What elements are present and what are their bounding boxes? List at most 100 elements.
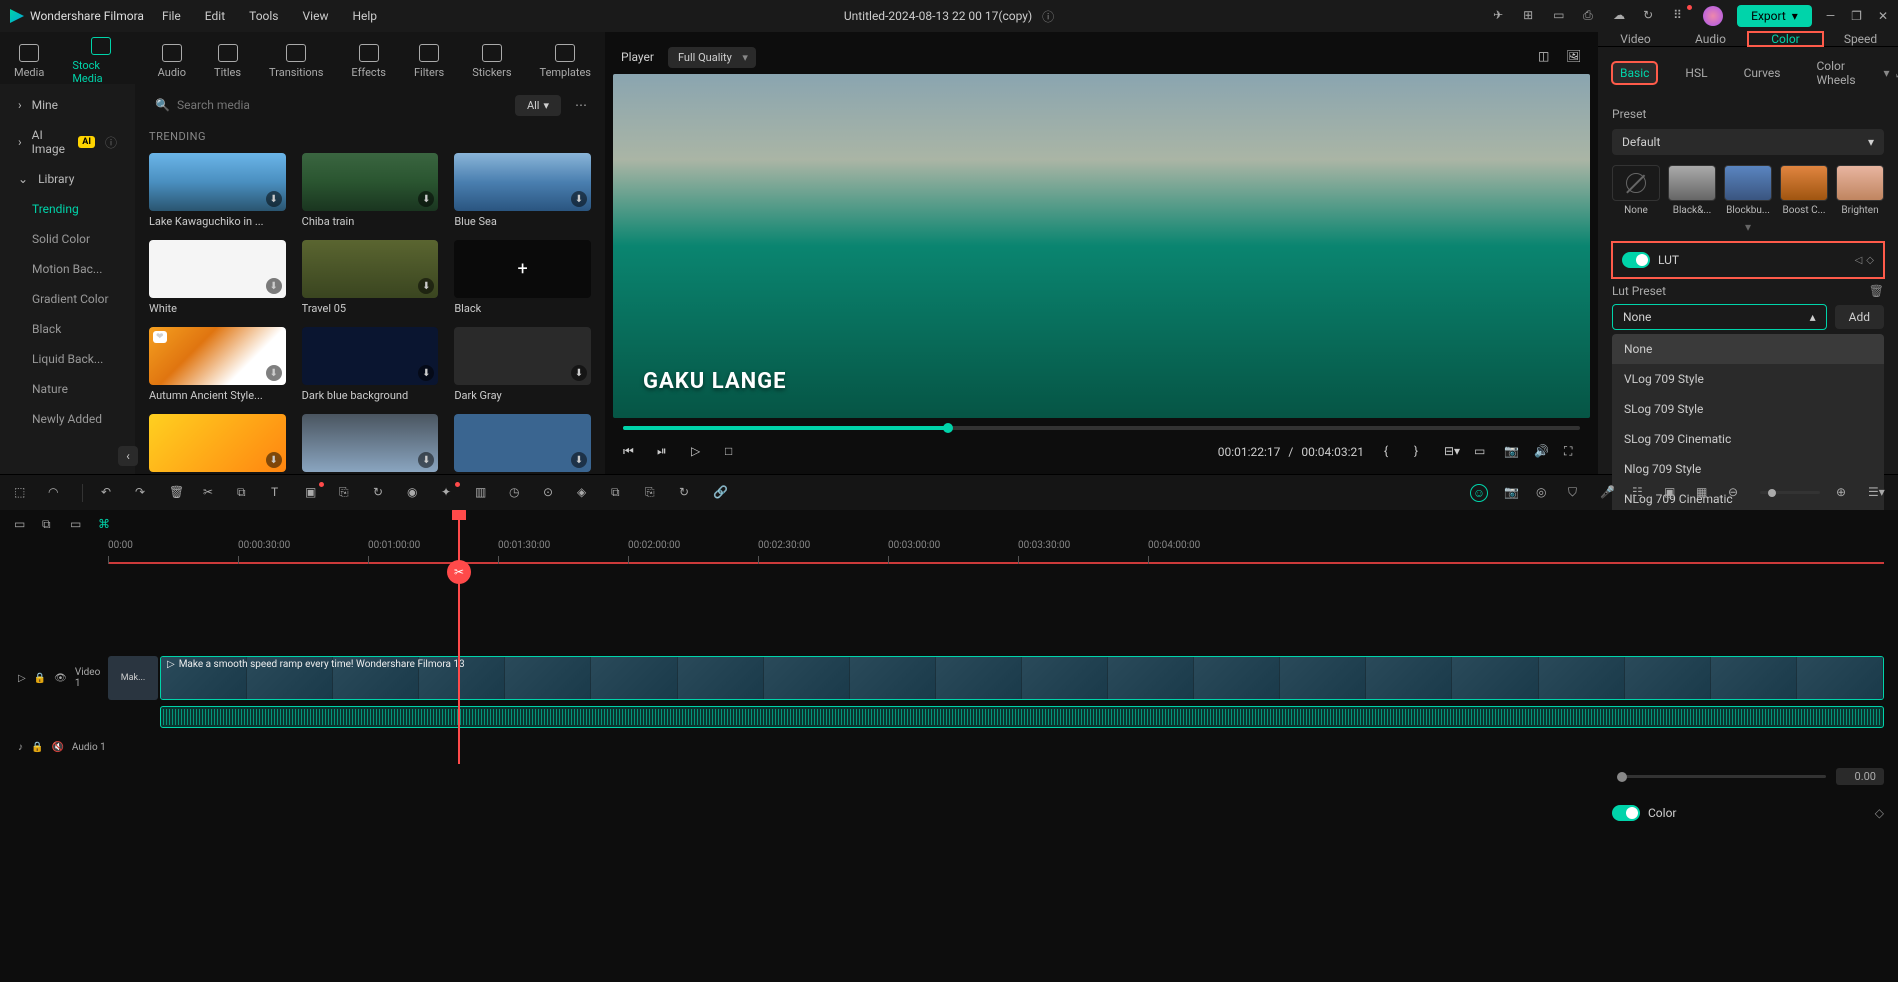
- pointer-icon[interactable]: ⬚: [14, 485, 30, 501]
- tl-snap-icon[interactable]: ⌘: [98, 517, 114, 533]
- delete-icon[interactable]: 🗑: [169, 485, 185, 501]
- picture-icon[interactable]: 🖼: [1566, 49, 1582, 65]
- lut-toggle[interactable]: [1622, 252, 1650, 268]
- media-thumb[interactable]: ⬇Blue Sea: [454, 153, 591, 228]
- media-thumb[interactable]: ⬇Lake Kawaguchiko in ...: [149, 153, 286, 228]
- sidebar-solid-color[interactable]: Solid Color: [0, 224, 135, 254]
- grid-icon[interactable]: ⊞: [1523, 8, 1539, 24]
- audio-track-icon[interactable]: ♪: [18, 742, 23, 753]
- tab-speed[interactable]: Speed: [1823, 32, 1898, 46]
- sidebar-trending[interactable]: Trending: [0, 194, 135, 224]
- media-thumb[interactable]: ⬇Travel 05: [302, 240, 439, 315]
- preset-thumb[interactable]: None: [1612, 165, 1660, 216]
- media-thumb[interactable]: ⬇Dark blue background: [302, 327, 439, 402]
- download-icon[interactable]: ⬇: [418, 278, 434, 294]
- ratio-icon[interactable]: ⊟▾: [1444, 444, 1460, 460]
- download-icon[interactable]: ⬇: [266, 452, 282, 468]
- download-icon[interactable]: ⬇: [418, 452, 434, 468]
- link-icon[interactable]: ⎘: [339, 485, 355, 501]
- frame-icon[interactable]: ▣: [305, 485, 321, 501]
- color-toggle[interactable]: [1612, 805, 1640, 821]
- sub-tab-dropdown-icon[interactable]: ▾: [1884, 66, 1890, 81]
- sync-icon[interactable]: ↻: [679, 485, 695, 501]
- tab-stickers[interactable]: Stickers: [472, 44, 511, 79]
- menu-file[interactable]: File: [162, 9, 181, 23]
- lut-option[interactable]: SLog 709 Cinematic: [1612, 424, 1884, 454]
- redo-icon[interactable]: ↷: [135, 485, 151, 501]
- maximize-icon[interactable]: ❐: [1851, 9, 1862, 23]
- preset-thumb[interactable]: Brighten: [1836, 165, 1884, 216]
- tab-media[interactable]: Media: [14, 44, 44, 79]
- media-thumb[interactable]: +Black: [454, 240, 591, 315]
- cloud-icon[interactable]: ☁: [1613, 8, 1629, 24]
- info-icon[interactable]: ⓘ: [1042, 8, 1054, 25]
- sub-tab-curves[interactable]: Curves: [1736, 62, 1789, 84]
- list-icon[interactable]: ☰▾: [1868, 485, 1884, 501]
- search-input[interactable]: [149, 92, 341, 118]
- audio-clip-inline[interactable]: [160, 706, 1884, 728]
- tl-magnet-icon[interactable]: ▭: [70, 517, 86, 533]
- chain-icon[interactable]: 🔗: [713, 485, 729, 501]
- sidebar-library[interactable]: ⌄Library: [0, 164, 135, 194]
- record-icon[interactable]: ◎: [1536, 485, 1552, 501]
- color-kf-icon[interactable]: ◇: [1875, 806, 1884, 820]
- play-pause-icon[interactable]: ⏯: [657, 444, 673, 460]
- video-track-icon[interactable]: ▷: [18, 673, 26, 684]
- tag-icon[interactable]: ◈: [577, 485, 593, 501]
- cut-icon[interactable]: ✂: [203, 485, 219, 501]
- text-icon[interactable]: T: [271, 485, 287, 501]
- media-thumb[interactable]: ⬇: [149, 414, 286, 474]
- preset-select[interactable]: Default▾: [1612, 129, 1884, 155]
- download-icon[interactable]: ⬇: [266, 278, 282, 294]
- marker-icon[interactable]: ▣: [1664, 485, 1680, 501]
- media-thumb[interactable]: ⬇: [302, 414, 439, 474]
- tab-audio-right[interactable]: Audio: [1673, 32, 1748, 46]
- sidebar-nature[interactable]: Nature: [0, 374, 135, 404]
- tab-stock-media[interactable]: Stock Media: [72, 37, 129, 85]
- mixer-icon[interactable]: ☷: [1632, 485, 1648, 501]
- sub-tab-wheels[interactable]: Color Wheels: [1808, 55, 1863, 91]
- sidebar-newly-added[interactable]: Newly Added: [0, 404, 135, 434]
- sidebar-black[interactable]: Black: [0, 314, 135, 344]
- sidebar-collapse[interactable]: ‹: [118, 446, 138, 466]
- add-icon[interactable]: +: [518, 259, 528, 280]
- lut-kf-prev-icon[interactable]: ◁: [1855, 255, 1863, 266]
- group-icon[interactable]: ⧉: [611, 485, 627, 501]
- camera-icon[interactable]: 📷: [1504, 485, 1520, 501]
- skin-slider[interactable]: [1622, 775, 1826, 778]
- filter-all[interactable]: All▾: [515, 95, 561, 116]
- crop-icon[interactable]: ⧉: [237, 485, 253, 501]
- tab-titles[interactable]: Titles: [214, 44, 241, 79]
- bracket-close-icon[interactable]: }: [1414, 444, 1430, 460]
- download-icon[interactable]: ⬇: [266, 191, 282, 207]
- prev-frame-icon[interactable]: ⏮: [623, 444, 639, 460]
- screen-icon[interactable]: ▭: [1474, 444, 1490, 460]
- preset-expand-icon[interactable]: ▾: [1612, 220, 1884, 234]
- mute-icon[interactable]: 🔇: [51, 742, 63, 753]
- monitor-icon[interactable]: ▭: [1553, 8, 1569, 24]
- tl-link-icon[interactable]: ⧉: [42, 517, 58, 533]
- more-options[interactable]: ⋯: [571, 94, 591, 116]
- playhead[interactable]: ✂: [458, 510, 460, 764]
- compare-icon[interactable]: ◫: [1538, 49, 1554, 65]
- track-icon[interactable]: ⊙: [543, 485, 559, 501]
- close-icon[interactable]: ✕: [1878, 9, 1888, 23]
- lut-option[interactable]: None: [1612, 334, 1884, 364]
- quality-select[interactable]: Full Quality: [668, 47, 756, 68]
- lut-option[interactable]: VLog 709 Style: [1612, 364, 1884, 394]
- tab-filters[interactable]: Filters: [414, 44, 444, 79]
- video-clip[interactable]: ▷Make a smooth speed ramp every time! Wo…: [160, 656, 1884, 700]
- lut-select[interactable]: None▴: [1612, 304, 1827, 330]
- download-icon[interactable]: ⬇: [571, 452, 587, 468]
- lasso-icon[interactable]: ◠: [48, 485, 64, 501]
- scrub-bar[interactable]: [613, 418, 1590, 438]
- timeline-ruler[interactable]: 00:0000:00:30:0000:01:00:0000:01:30:0000…: [108, 540, 1884, 564]
- clip-short[interactable]: Mak...: [108, 656, 158, 700]
- download-icon[interactable]: ⬇: [418, 365, 434, 381]
- sidebar-liquid[interactable]: Liquid Back...: [0, 344, 135, 374]
- media-thumb[interactable]: ⬇: [454, 414, 591, 474]
- undo-icon[interactable]: ↶: [101, 485, 117, 501]
- sidebar-mine[interactable]: ›Mine: [0, 90, 135, 120]
- face-icon[interactable]: ☺: [1470, 484, 1488, 502]
- lut-option[interactable]: SLog 709 Style: [1612, 394, 1884, 424]
